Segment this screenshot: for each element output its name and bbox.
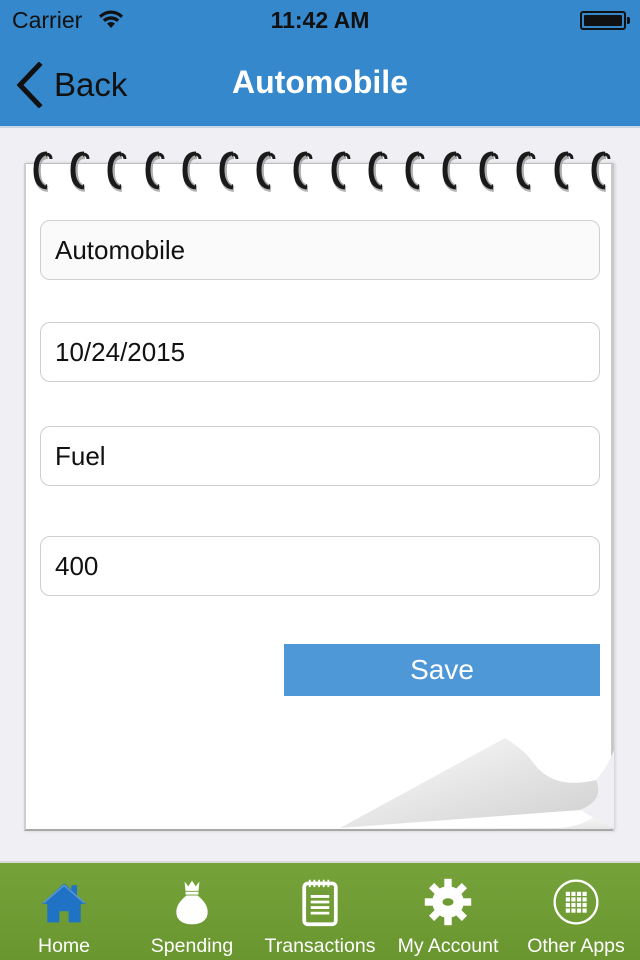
date-field[interactable]: 10/24/2015	[40, 322, 600, 382]
money-bag-icon	[164, 873, 220, 931]
amount-field[interactable]: 400	[40, 536, 600, 596]
spiral-ring-icon	[330, 151, 350, 192]
spiral-ring-icon	[107, 151, 127, 192]
spiral-ring-icon	[442, 151, 462, 192]
status-time: 11:42 AM	[270, 7, 370, 33]
page-title: Automobile	[232, 64, 408, 100]
gear-icon	[420, 873, 476, 931]
battery-icon	[580, 11, 626, 30]
tab-label: Transactions	[264, 935, 376, 957]
category-field[interactable]: Automobile	[40, 220, 600, 280]
spiral-ring-icon	[293, 151, 313, 192]
tab-transactions[interactable]: Transactions	[256, 863, 384, 960]
tab-bar: Home Spending Transactions My Account Other …	[0, 861, 640, 960]
battery-tip	[627, 17, 630, 24]
spiral-ring-icon	[479, 151, 499, 192]
spiral-ring-icon	[33, 151, 53, 192]
spiral-ring-icon	[516, 151, 536, 192]
notepad-icon	[292, 873, 348, 931]
tab-other-apps[interactable]: Other Apps	[512, 863, 640, 960]
save-button[interactable]: Save	[284, 644, 600, 696]
tab-label: Other Apps	[527, 935, 625, 957]
spiral-ring-icon	[591, 151, 611, 192]
spiral-ring-icon	[182, 151, 202, 192]
header: Carrier 11:42 AM Back Automobile	[0, 0, 640, 128]
spiral-ring-icon	[219, 151, 239, 192]
spiral-ring-icon	[554, 151, 574, 192]
apps-grid-icon	[548, 873, 604, 931]
tab-label: Home	[37, 935, 91, 957]
status-bar: Carrier 11:42 AM	[0, 0, 640, 40]
tab-home[interactable]: Home	[0, 863, 128, 960]
spiral-ring-icon	[256, 151, 276, 192]
tab-spending[interactable]: Spending	[128, 863, 256, 960]
page-curl-decoration	[330, 738, 614, 829]
tab-my-account[interactable]: My Account	[384, 863, 512, 960]
spiral-ring-icon	[145, 151, 165, 192]
spiral-binding	[32, 150, 612, 192]
tab-label: My Account	[397, 935, 499, 957]
spiral-ring-icon	[405, 151, 425, 192]
spiral-ring-icon	[368, 151, 388, 192]
home-icon	[36, 873, 92, 931]
description-field[interactable]: Fuel	[40, 426, 600, 486]
spiral-ring-icon	[70, 151, 90, 192]
tab-label: Spending	[150, 935, 234, 957]
